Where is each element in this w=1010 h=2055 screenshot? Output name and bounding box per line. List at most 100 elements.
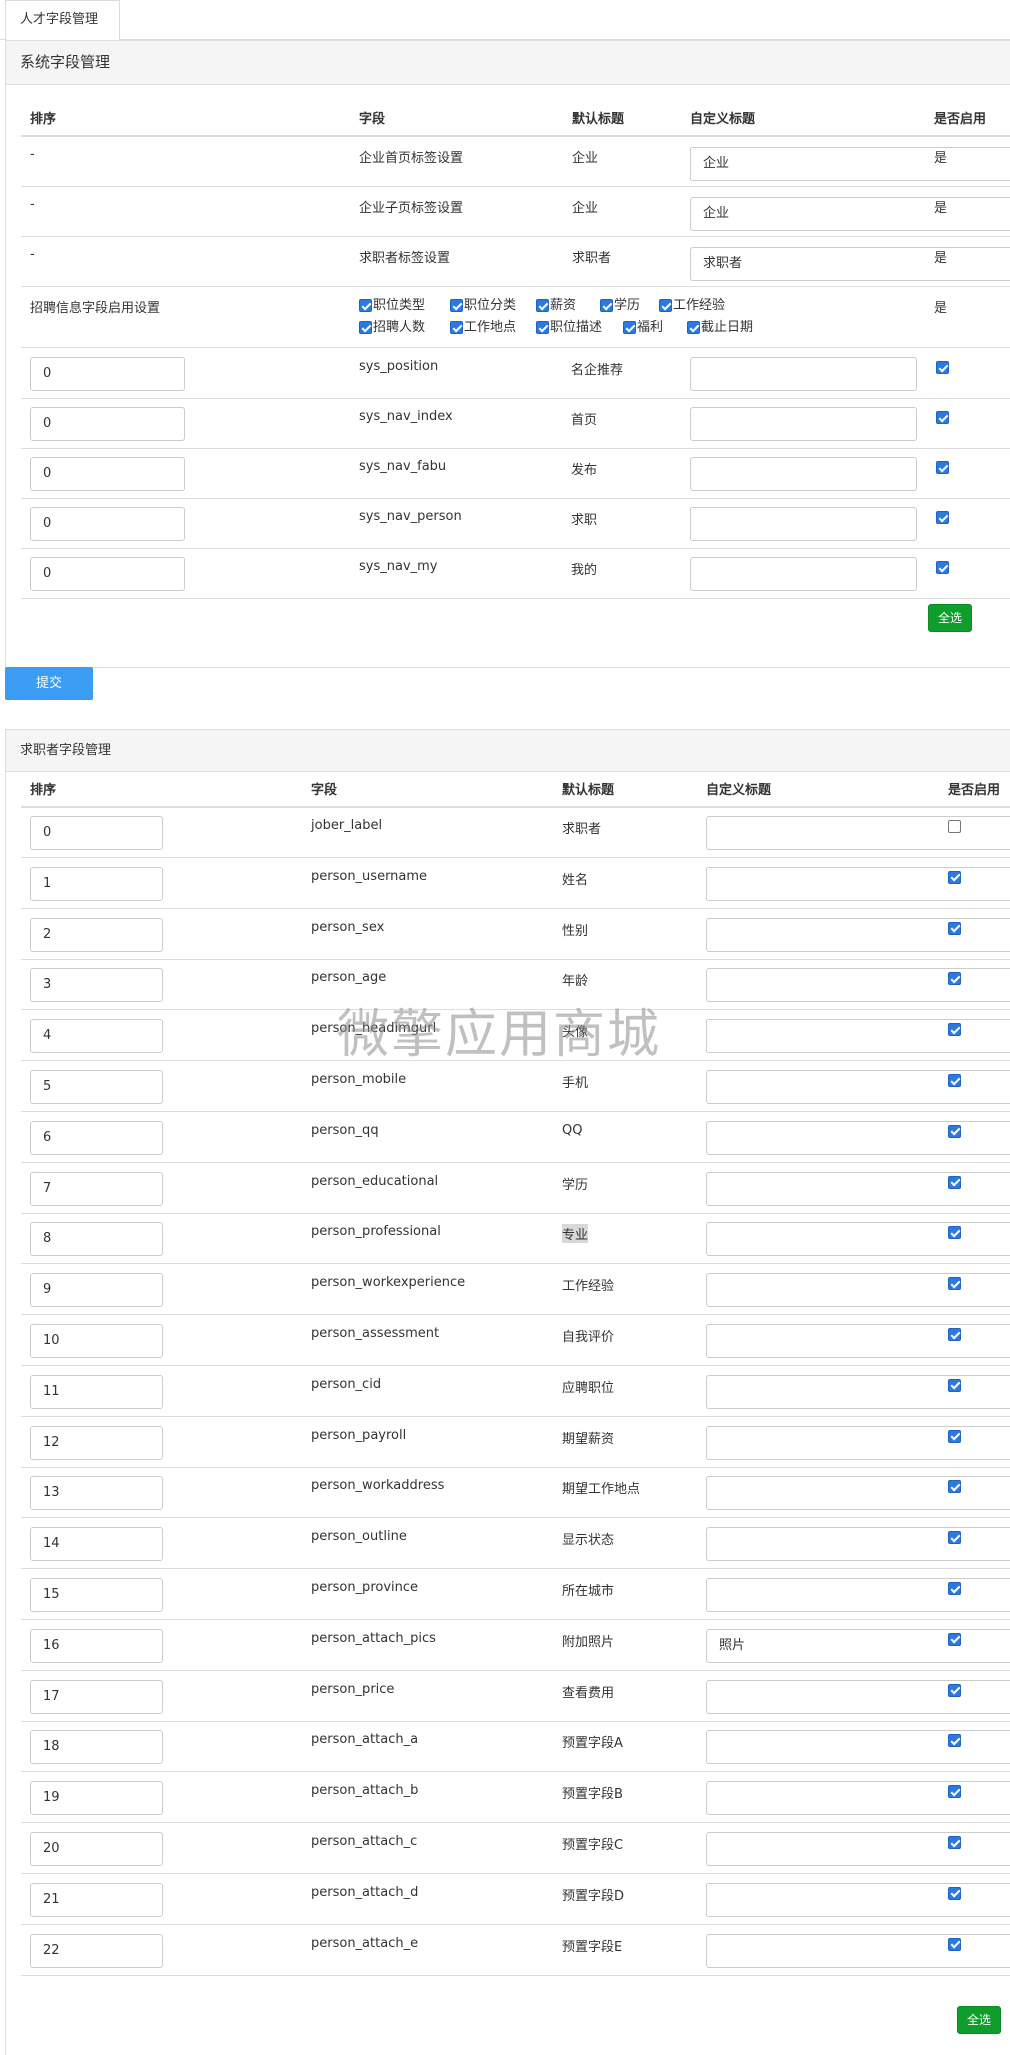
enabled-checkbox[interactable]	[948, 1937, 961, 1951]
custom-title-input[interactable]	[706, 1527, 1010, 1562]
custom-title-input[interactable]	[706, 1019, 1010, 1054]
custom-title-input[interactable]	[706, 1425, 1010, 1460]
enabled-checkbox[interactable]	[948, 1074, 961, 1087]
custom-title-input[interactable]	[706, 1832, 1010, 1866]
order-input[interactable]: 0	[30, 507, 185, 541]
recruit-option-checkbox[interactable]	[600, 299, 613, 312]
recruit-option-checkbox[interactable]	[536, 299, 549, 312]
enabled-checkbox[interactable]	[948, 820, 961, 833]
custom-title-input[interactable]	[690, 357, 917, 391]
custom-title-input[interactable]	[706, 1730, 1010, 1765]
custom-title-input[interactable]	[706, 917, 1010, 952]
recruit-option[interactable]: 招聘人数	[359, 320, 425, 336]
order-input[interactable]: 13	[30, 1476, 163, 1511]
enabled-checkbox[interactable]	[948, 1175, 961, 1189]
custom-title-input[interactable]	[706, 1933, 1010, 1968]
recruit-option-checkbox[interactable]	[450, 299, 463, 312]
enabled-checkbox[interactable]	[948, 1582, 961, 1595]
enabled-checkbox[interactable]	[948, 1531, 961, 1545]
order-input[interactable]: 1	[30, 866, 163, 901]
recruit-option[interactable]: 截止日期	[687, 320, 753, 336]
enabled-checkbox[interactable]	[936, 411, 949, 424]
custom-title-input[interactable]	[706, 1171, 1010, 1206]
custom-title-input[interactable]: 企业	[690, 197, 1010, 231]
enabled-checkbox[interactable]	[948, 1277, 961, 1291]
order-input[interactable]: 16	[30, 1628, 163, 1663]
custom-title-input[interactable]	[690, 557, 917, 591]
tab-talent-fields[interactable]: 人才字段管理	[5, 0, 120, 41]
order-input[interactable]: 17	[30, 1679, 163, 1714]
order-input[interactable]: 19	[30, 1781, 163, 1816]
select-all-button[interactable]: 全选	[928, 604, 972, 632]
order-input[interactable]: 20	[30, 1832, 163, 1866]
recruit-option[interactable]: 福利	[623, 320, 663, 336]
recruit-option[interactable]: 职位分类	[450, 298, 516, 314]
order-input[interactable]: 8	[30, 1222, 163, 1257]
custom-title-input[interactable]	[706, 1324, 1010, 1358]
select-all-button[interactable]: 全选	[957, 2006, 1001, 2034]
order-input[interactable]: 0	[30, 816, 163, 850]
order-input[interactable]: 4	[30, 1019, 163, 1054]
custom-title-input[interactable]	[706, 1679, 1010, 1714]
enabled-checkbox[interactable]	[948, 972, 961, 986]
enabled-checkbox[interactable]	[948, 1023, 961, 1037]
order-input[interactable]: 18	[30, 1730, 163, 1765]
custom-title-input[interactable]	[690, 407, 917, 441]
order-input[interactable]: 6	[30, 1120, 163, 1155]
order-input[interactable]: 10	[30, 1324, 163, 1358]
order-input[interactable]: 0	[30, 457, 185, 491]
recruit-option-checkbox[interactable]	[623, 321, 636, 334]
recruit-option-checkbox[interactable]	[450, 321, 463, 334]
order-input[interactable]: 12	[30, 1425, 163, 1460]
recruit-option[interactable]: 学历	[600, 298, 640, 314]
recruit-option[interactable]: 职位描述	[536, 320, 602, 336]
order-input[interactable]: 9	[30, 1273, 163, 1308]
enabled-checkbox[interactable]	[948, 1683, 961, 1697]
custom-title-input[interactable]: 求职者	[690, 247, 1010, 281]
custom-title-input[interactable]	[706, 1070, 1010, 1104]
recruit-option[interactable]: 薪资	[536, 298, 576, 314]
enabled-checkbox[interactable]	[948, 1886, 961, 1900]
custom-title-input[interactable]	[706, 1374, 1010, 1409]
enabled-checkbox[interactable]	[948, 870, 961, 884]
custom-title-input[interactable]: 企业	[690, 147, 1010, 181]
order-input[interactable]: 7	[30, 1171, 163, 1206]
enabled-checkbox[interactable]	[948, 1226, 961, 1240]
order-input[interactable]: 0	[30, 407, 185, 441]
recruit-option-checkbox[interactable]	[536, 321, 549, 334]
custom-title-input[interactable]	[690, 457, 917, 491]
order-input[interactable]: 11	[30, 1374, 163, 1409]
recruit-option-checkbox[interactable]	[659, 299, 672, 312]
recruit-option-checkbox[interactable]	[687, 321, 700, 334]
order-input[interactable]: 22	[30, 1933, 163, 1968]
custom-title-input[interactable]	[690, 507, 917, 541]
enabled-checkbox[interactable]	[936, 461, 949, 474]
custom-title-input[interactable]	[706, 1222, 1010, 1257]
enabled-checkbox[interactable]	[948, 1429, 961, 1443]
custom-title-input[interactable]	[706, 1882, 1010, 1917]
enabled-checkbox[interactable]	[936, 361, 949, 374]
order-input[interactable]: 2	[30, 917, 163, 952]
enabled-checkbox[interactable]	[948, 1480, 961, 1494]
submit-button[interactable]: 提交	[5, 667, 93, 700]
order-input[interactable]: 5	[30, 1070, 163, 1104]
enabled-checkbox[interactable]	[936, 511, 949, 524]
enabled-checkbox[interactable]	[948, 1378, 961, 1392]
enabled-checkbox[interactable]	[948, 1632, 961, 1646]
recruit-option[interactable]: 工作地点	[450, 320, 516, 336]
custom-title-input[interactable]: 照片	[706, 1628, 1010, 1663]
recruit-option-checkbox[interactable]	[359, 299, 372, 312]
order-input[interactable]: 14	[30, 1527, 163, 1562]
enabled-checkbox[interactable]	[948, 1836, 961, 1849]
enabled-checkbox[interactable]	[948, 921, 961, 935]
enabled-checkbox[interactable]	[948, 1328, 961, 1341]
recruit-option-checkbox[interactable]	[359, 321, 372, 334]
custom-title-input[interactable]	[706, 1781, 1010, 1816]
custom-title-input[interactable]	[706, 1120, 1010, 1155]
order-input[interactable]: 0	[30, 557, 185, 591]
recruit-option[interactable]: 职位类型	[359, 298, 425, 314]
custom-title-input[interactable]	[706, 1578, 1010, 1612]
order-input[interactable]: 15	[30, 1578, 163, 1612]
custom-title-input[interactable]	[706, 1273, 1010, 1308]
recruit-option[interactable]: 工作经验	[659, 298, 725, 314]
